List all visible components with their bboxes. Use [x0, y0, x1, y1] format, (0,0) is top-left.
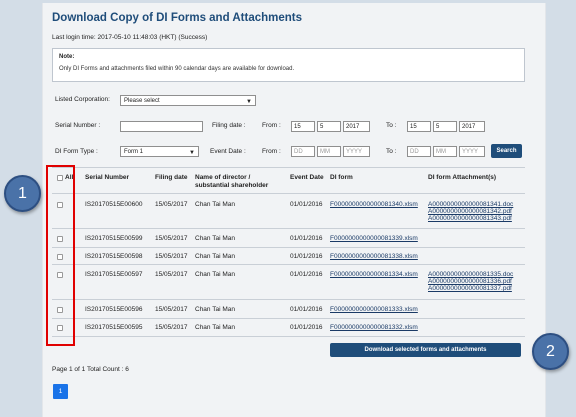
event-from-label: From : [262, 148, 281, 155]
listed-corp-select[interactable]: Please select ▼ [120, 95, 256, 106]
row-di-form-link[interactable]: F0000000000000081338.xlsm [330, 253, 418, 261]
note-title: Note: [59, 54, 75, 60]
row-event-date: 01/01/2016 [290, 306, 323, 313]
header-di-form: DI form [330, 174, 353, 181]
row-name: Chan Tai Man [195, 271, 235, 278]
row-di-form-link[interactable]: F0000000000000081334.xlsm [330, 271, 418, 279]
row-event-date: 01/01/2016 [290, 253, 323, 260]
event-from-year[interactable]: YYYY [343, 146, 370, 157]
row-event-date: 01/01/2016 [290, 271, 323, 278]
serial-input[interactable] [120, 121, 203, 132]
row-rule [52, 318, 525, 319]
event-to-day[interactable]: DD [407, 146, 431, 157]
listed-corp-label: Listed Corporation: [55, 96, 110, 103]
filing-from-month[interactable]: 5 [317, 121, 341, 132]
header-serial: Serial Number [85, 174, 130, 181]
event-date-label: Event Date : [210, 148, 246, 155]
event-to-label: To : [386, 148, 397, 155]
row-rule [52, 264, 525, 265]
callout-badge-2: 2 [532, 333, 569, 370]
filing-to-day[interactable]: 15 [407, 121, 431, 132]
row-rule [52, 228, 525, 229]
row-filing-date: 15/05/2017 [155, 253, 188, 260]
row-serial: IS20170515E00597 [85, 271, 143, 278]
header-filing-date: Filing date [155, 174, 188, 181]
search-button[interactable]: Search [491, 144, 522, 158]
filing-to-year[interactable]: 2017 [459, 121, 485, 132]
row-filing-date: 15/05/2017 [155, 324, 188, 331]
row-serial: IS20170515E00598 [85, 253, 143, 260]
row-di-form-link[interactable]: F0000000000000081332.xlsm [330, 324, 418, 332]
header-attachments: DI form Attachment(s) [428, 174, 497, 181]
filing-from-year[interactable]: 2017 [343, 121, 370, 132]
row-filing-date: 15/05/2017 [155, 201, 188, 208]
event-to-year[interactable]: YYYY [459, 146, 485, 157]
filing-to-label: To : [386, 122, 397, 129]
row-attachment-link[interactable]: A0000000000000081337.pdf [428, 285, 512, 293]
row-name: Chan Tai Man [195, 324, 235, 331]
row-filing-date: 15/05/2017 [155, 306, 188, 313]
row-di-form-link[interactable]: F0000000000000081339.xlsm [330, 235, 418, 243]
form-type-label: DI Form Type : [55, 148, 98, 155]
chevron-down-icon: ▼ [189, 150, 195, 156]
row-rule [52, 299, 525, 300]
row-serial: IS20170515E00599 [85, 235, 143, 242]
filing-from-day[interactable]: 15 [291, 121, 315, 132]
row-event-date: 01/01/2016 [290, 201, 323, 208]
row-di-form-link[interactable]: F0000000000000081340.xlsm [330, 201, 418, 209]
row-name: Chan Tai Man [195, 253, 235, 260]
row-di-form-link[interactable]: F0000000000000081333.xlsm [330, 306, 418, 314]
row-serial: IS20170515E00600 [85, 201, 143, 208]
filing-date-label: Filing date : [212, 122, 246, 129]
filing-to-month[interactable]: 5 [433, 121, 457, 132]
listed-corp-value: Please select [124, 98, 160, 104]
chevron-down-icon: ▼ [246, 99, 252, 105]
table-top-rule [52, 167, 525, 168]
page-title: Download Copy of DI Forms and Attachment… [52, 12, 303, 24]
header-name: Name of director / substantial sharehold… [195, 174, 269, 189]
pagination-info: Page 1 of 1 Total Count : 6 [52, 366, 129, 373]
note-text: Only DI Forms and attachments filed with… [59, 66, 295, 72]
checkbox-column-highlight [46, 165, 75, 346]
page-1-button[interactable]: 1 [53, 384, 68, 399]
serial-label: Serial Number : [55, 122, 101, 129]
row-serial: IS20170515E00596 [85, 306, 143, 313]
event-from-month[interactable]: MM [317, 146, 341, 157]
callout-badge-1: 1 [4, 175, 41, 212]
row-event-date: 01/01/2016 [290, 235, 323, 242]
header-rule [52, 193, 525, 194]
form-type-value: Form 1 [124, 149, 144, 155]
header-event-date: Event Date [290, 174, 324, 181]
row-event-date: 01/01/2016 [290, 324, 323, 331]
row-name: Chan Tai Man [195, 235, 235, 242]
row-serial: IS20170515E00595 [85, 324, 143, 331]
event-from-day[interactable]: DD [291, 146, 315, 157]
form-type-select[interactable]: Form 1 ▼ [120, 146, 199, 157]
row-attachment-link[interactable]: A0000000000000081343.pdf [428, 215, 512, 223]
filing-from-label: From : [262, 122, 281, 129]
event-to-month[interactable]: MM [433, 146, 457, 157]
row-filing-date: 15/05/2017 [155, 235, 188, 242]
table-bottom-rule [52, 336, 525, 337]
row-name: Chan Tai Man [195, 306, 235, 313]
note-box: Note: Only DI Forms and attachments file… [52, 48, 525, 82]
row-filing-date: 15/05/2017 [155, 271, 188, 278]
download-selected-button[interactable]: Download selected forms and attachments [330, 343, 521, 357]
row-rule [52, 247, 525, 248]
last-login-text: Last login time: 2017-05-10 11:48:03 (HK… [52, 34, 208, 41]
row-name: Chan Tai Man [195, 201, 235, 208]
